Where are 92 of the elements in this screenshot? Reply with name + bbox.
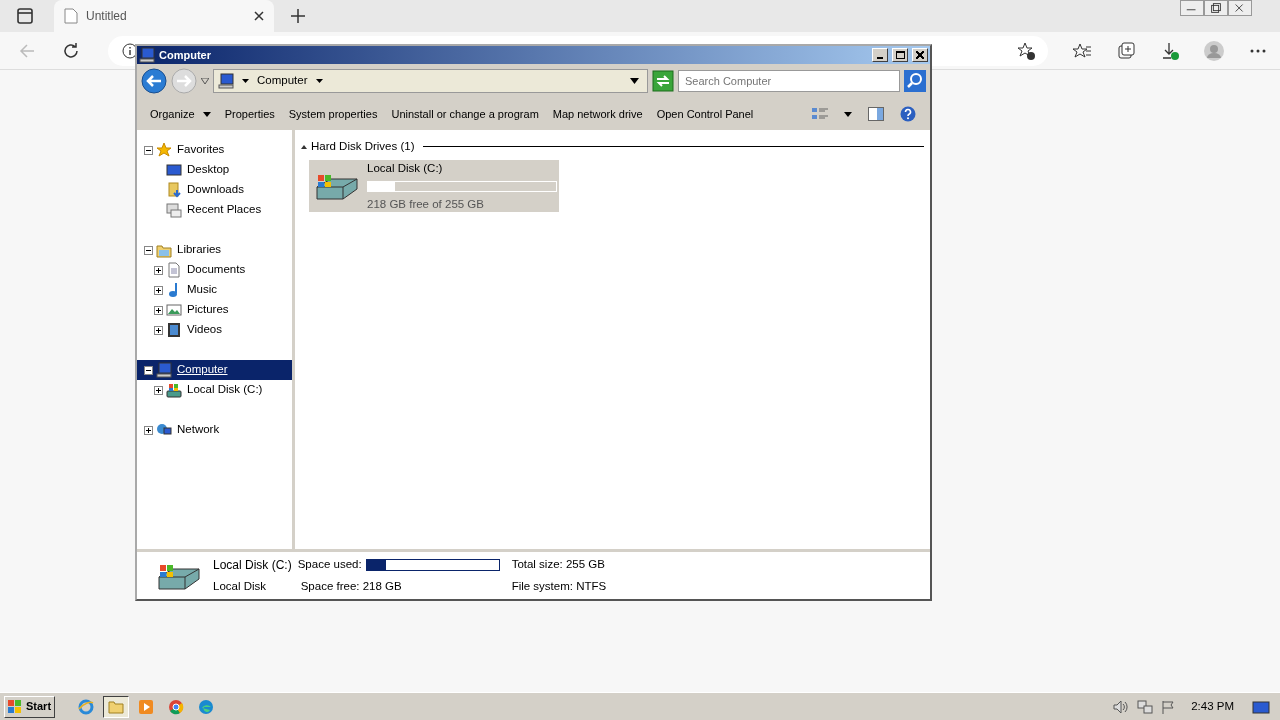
drive-icon [166, 382, 182, 398]
field-label: Space used: [297, 557, 362, 573]
address-bar[interactable]: Computer [213, 69, 648, 93]
collapse-icon[interactable] [144, 365, 153, 375]
minimize-icon[interactable] [1180, 0, 1204, 16]
toolbar-button[interactable]: Open Control Panel [649, 102, 761, 126]
expand-icon[interactable] [154, 265, 163, 275]
windows-logo-icon [8, 699, 22, 714]
download-icon[interactable] [1160, 40, 1180, 61]
collapse-icon[interactable] [144, 145, 153, 155]
close-button[interactable] [912, 48, 928, 62]
collections-icon[interactable] [1116, 40, 1136, 61]
preview-pane-icon[interactable] [868, 107, 884, 121]
toolbar-button[interactable]: Organize [143, 102, 218, 126]
speaker-icon[interactable] [1113, 699, 1130, 714]
star-add-icon[interactable] [1016, 40, 1036, 61]
computer-icon [139, 47, 155, 63]
tab-title: Untitled [86, 8, 128, 25]
reload-icon[interactable] [62, 41, 80, 60]
close-icon[interactable] [254, 11, 264, 21]
tree-item[interactable]: Libraries [137, 240, 292, 260]
field-text: File system: NTFS [511, 578, 607, 594]
tree-item[interactable]: Recent Places [137, 200, 292, 220]
group-header[interactable]: Hard Disk Drives (1) [311, 138, 415, 156]
tree-item[interactable]: Network [137, 420, 292, 440]
collapse-icon[interactable] [144, 245, 153, 255]
caret-icon[interactable] [844, 111, 852, 117]
browser-icon [78, 698, 95, 715]
search-icon[interactable] [904, 70, 926, 92]
expand-icon[interactable] [154, 325, 163, 335]
edge-icon [198, 698, 215, 715]
expand-icon[interactable] [154, 385, 163, 395]
window-title: Computer [159, 47, 212, 63]
field-text: Space free: 218 GB [299, 578, 403, 594]
drive-name: Local Disk (C:) [367, 160, 444, 176]
tree-item[interactable]: Music [137, 280, 292, 300]
caret-icon [315, 79, 323, 83]
info-icon [122, 42, 138, 59]
maximize-button[interactable] [892, 48, 908, 62]
refresh-icon[interactable] [652, 70, 674, 92]
help-icon[interactable] [900, 106, 916, 122]
clock[interactable]: 2:43 PM [1191, 697, 1234, 716]
tree-item[interactable]: Desktop [137, 160, 292, 180]
show-desktop-icon[interactable] [1252, 699, 1270, 714]
toolbar-button[interactable]: Properties [217, 102, 282, 126]
caret-icon [242, 79, 249, 83]
close-icon[interactable] [1228, 0, 1252, 16]
tree-item[interactable]: Pictures [137, 300, 292, 320]
tree-item[interactable]: Documents [137, 260, 292, 280]
computer-icon [218, 73, 234, 89]
browser-tab[interactable]: Untitled [54, 0, 274, 32]
recent-places-icon [166, 202, 182, 218]
expand-icon[interactable] [154, 305, 163, 315]
library-icon [156, 242, 172, 258]
tree-item[interactable]: Downloads [137, 180, 292, 200]
new-tab-icon[interactable] [290, 8, 306, 24]
drive-name: Local Disk (C:) [213, 556, 292, 574]
breadcrumb-item[interactable]: Computer [257, 72, 308, 90]
toolbar-button[interactable]: Map network drive [545, 102, 650, 126]
tree-item[interactable]: Computer [137, 360, 292, 380]
free-space-text: 218 GB free of 255 GB [367, 196, 485, 212]
document-icon [166, 262, 182, 278]
search-field[interactable]: Search Computer [678, 70, 900, 92]
picture-icon [166, 302, 182, 318]
back-icon[interactable] [141, 68, 167, 94]
collapse-icon[interactable] [301, 144, 307, 149]
folder-icon [166, 182, 182, 198]
page-icon [64, 8, 78, 24]
taskbar-app[interactable] [103, 695, 130, 718]
folder-icon [108, 698, 125, 715]
minimize-button[interactable] [872, 48, 888, 62]
caret-icon [202, 111, 211, 117]
chrome-icon [168, 698, 185, 715]
restore-icon[interactable] [1204, 0, 1228, 16]
tree-item[interactable]: Local Disk (C:) [137, 380, 292, 400]
computer-icon [156, 362, 172, 378]
expand-icon[interactable] [144, 425, 153, 435]
sidebar-icon[interactable] [16, 7, 34, 25]
profile-icon[interactable] [1204, 40, 1224, 61]
tree-item[interactable]: Videos [137, 320, 292, 340]
drive-tile[interactable]: Local Disk (C:) 218 GB free of 255 GB [309, 160, 559, 213]
star-icon [156, 142, 172, 158]
field-text: Total size: 255 GB [511, 557, 606, 573]
start-button[interactable]: Start [4, 695, 56, 718]
toolbar-button[interactable]: System properties [281, 102, 385, 126]
drive-type: Local Disk [213, 578, 268, 594]
expand-icon[interactable] [154, 285, 163, 295]
toolbar-button[interactable]: Uninstall or change a program [384, 102, 546, 126]
tree-item[interactable]: Favorites [137, 140, 292, 160]
play-icon [138, 698, 155, 715]
desktop-icon [166, 162, 182, 178]
dropdown-icon[interactable] [630, 78, 639, 84]
